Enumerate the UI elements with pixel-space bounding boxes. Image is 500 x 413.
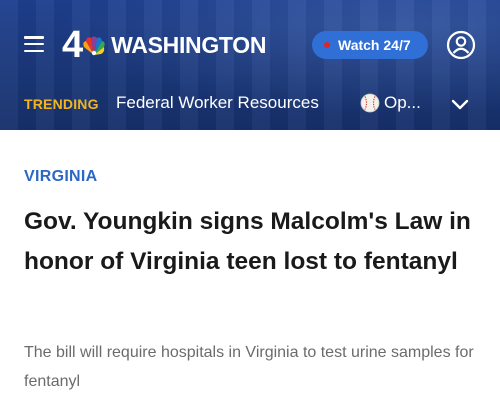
chevron-down-icon[interactable]: [450, 97, 470, 111]
nbc4-washington-logo[interactable]: 4 WASHINGTON: [62, 24, 267, 66]
trending-bar: TRENDING Federal Worker Resources Op...: [0, 92, 500, 130]
baseball-icon: [360, 93, 380, 113]
logo-number: 4: [62, 24, 83, 66]
trending-item-opening[interactable]: Op...: [360, 93, 421, 113]
menu-line: [24, 36, 44, 39]
trending-item-label: Op...: [384, 93, 421, 112]
top-bar: 4 WASHINGTON Watch 24/7: [0, 0, 500, 92]
site-header: 4 WASHINGTON Watch 24/7 TRENDING Federal: [0, 0, 500, 130]
trending-item-federal-worker-resources[interactable]: Federal Worker Resources: [116, 93, 319, 113]
article-headline: Gov. Youngkin signs Malcolm's Law in hon…: [24, 208, 471, 275]
nbc-peacock-icon: [83, 36, 105, 56]
menu-line: [24, 49, 44, 52]
logo-city: WASHINGTON: [111, 32, 267, 58]
live-dot-icon: [324, 42, 330, 48]
hamburger-menu-icon[interactable]: [24, 36, 44, 52]
article-category-link[interactable]: VIRGINIA: [24, 168, 98, 186]
menu-line: [24, 42, 44, 46]
article-subheadline: The bill will require hospitals in Virgi…: [24, 344, 474, 390]
watch-live-button[interactable]: Watch 24/7: [312, 31, 428, 59]
account-icon[interactable]: [446, 30, 476, 60]
trending-label: TRENDING: [24, 96, 99, 112]
watch-live-label: Watch 24/7: [338, 37, 411, 53]
